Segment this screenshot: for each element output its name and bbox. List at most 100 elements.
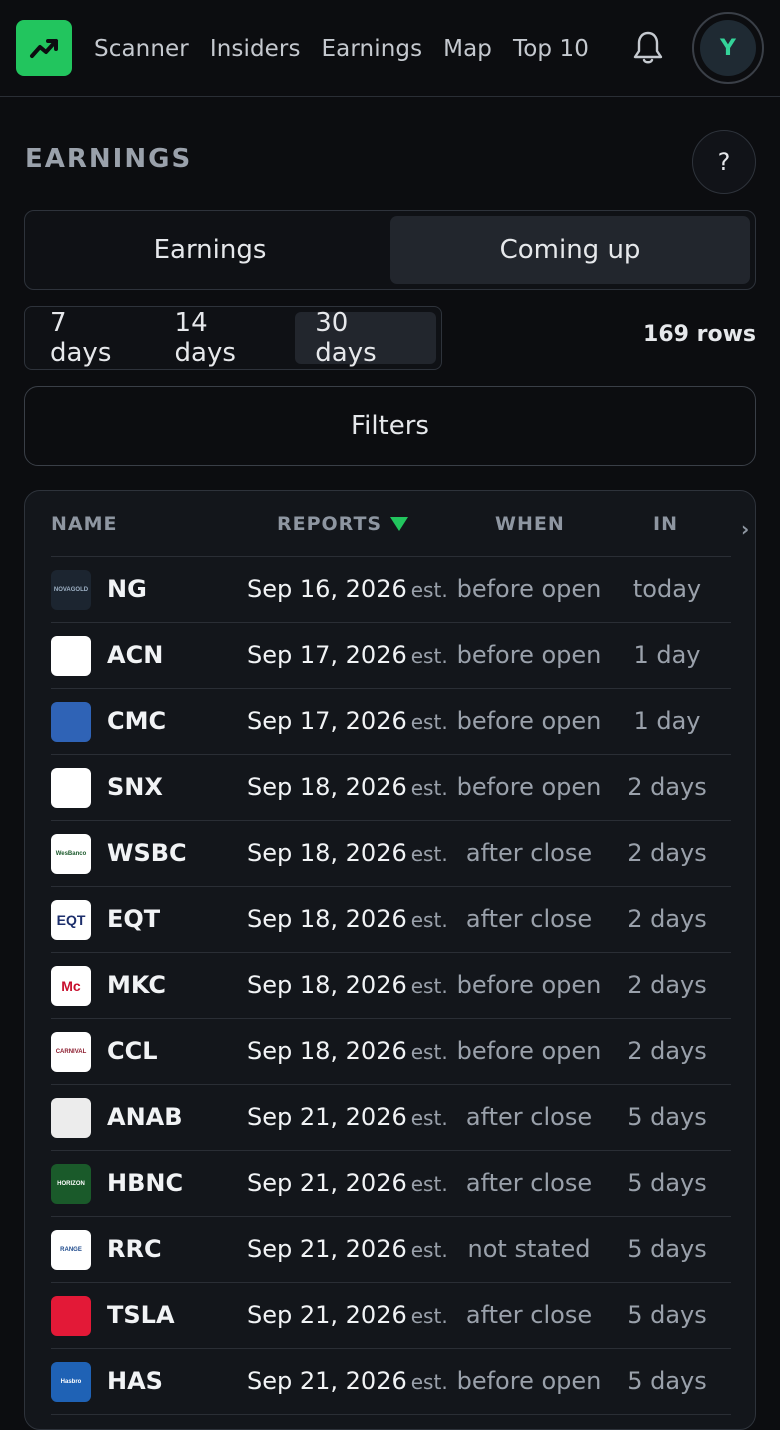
ticker-symbol: SNX (107, 773, 163, 801)
company-logo-icon (51, 1098, 91, 1138)
report-date-value: Sep 21, 2026 (247, 1169, 407, 1197)
company-logo-icon (51, 768, 91, 808)
report-date: Sep 21, 2026 est. (247, 1301, 448, 1329)
days-until: 5 days (627, 1235, 707, 1263)
report-timing: not stated (467, 1235, 591, 1263)
company-logo-icon (51, 1296, 91, 1336)
column-header-name[interactable]: NAME (51, 513, 118, 535)
report-date-value: Sep 17, 2026 (247, 707, 407, 735)
top-bar: Scanner Insiders Earnings Map Top 10 Y (0, 0, 780, 97)
user-menu-button[interactable]: Y (692, 12, 764, 84)
scroll-right-icon[interactable]: › (741, 517, 750, 541)
avatar: Y (700, 20, 756, 76)
column-header-reports[interactable]: REPORTS (277, 513, 409, 535)
report-date-value: Sep 16, 2026 (247, 575, 407, 603)
days-until: today (632, 575, 702, 603)
table-row[interactable]: Mc MKC Sep 18, 2026 est. before open 2 days (51, 953, 731, 1019)
filters-button[interactable]: Filters (24, 386, 756, 466)
notifications-button[interactable] (628, 26, 668, 70)
table-row[interactable]: RANGE RRC Sep 21, 2026 est. not stated 5 days (51, 1217, 731, 1283)
company-logo-icon: WesBanco (51, 834, 91, 874)
report-timing: after close (465, 839, 593, 867)
report-timing: after close (465, 1103, 593, 1131)
nav-map[interactable]: Map (443, 30, 492, 68)
days-until: 2 days (627, 839, 707, 867)
tab-14-days[interactable]: 14 days (155, 308, 296, 368)
help-button[interactable]: ? (692, 130, 756, 194)
main-tabs: Earnings Coming up (24, 210, 756, 290)
tab-coming-up[interactable]: Coming up (390, 216, 750, 284)
company-logo-icon (51, 702, 91, 742)
days-until: 2 days (627, 971, 707, 999)
tab-7-days[interactable]: 7 days (30, 308, 155, 368)
ticker-symbol: HBNC (107, 1169, 184, 1197)
report-timing: before open (456, 1367, 602, 1395)
ticker-symbol: CMC (107, 707, 167, 735)
tab-earnings[interactable]: Earnings (30, 216, 390, 284)
table-row[interactable]: CARNIVAL CCL Sep 18, 2026 est. before open 2 … (51, 1019, 731, 1085)
nav-earnings[interactable]: Earnings (322, 30, 423, 68)
table-row[interactable]: CMC Sep 17, 2026 est. before open 1 day (51, 689, 731, 755)
report-date-value: Sep 17, 2026 (247, 641, 407, 669)
report-date-value: Sep 21, 2026 (247, 1235, 407, 1263)
days-until: 5 days (627, 1367, 707, 1395)
days-until: 1 day (633, 707, 701, 735)
table-row[interactable]: WesBanco WSBC Sep 18, 2026 est. after close 2… (51, 821, 731, 887)
app-logo[interactable] (16, 20, 72, 76)
days-until: 2 days (627, 905, 707, 933)
row-count: 169 rows (643, 322, 756, 347)
report-date: Sep 18, 2026 est. (247, 773, 448, 801)
ticker-symbol: CCL (107, 1037, 158, 1065)
sort-descending-icon (390, 517, 409, 531)
company-logo-icon: HORIZON (51, 1164, 91, 1204)
days-until: 5 days (627, 1169, 707, 1197)
days-until: 2 days (627, 1037, 707, 1065)
report-date-value: Sep 21, 2026 (247, 1301, 407, 1329)
company-logo-icon: EQT (51, 900, 91, 940)
report-date-value: Sep 18, 2026 (247, 905, 407, 933)
report-date-value: Sep 18, 2026 (247, 839, 407, 867)
trending-up-icon (30, 39, 58, 58)
report-timing: before open (456, 971, 602, 999)
bell-icon (633, 31, 663, 64)
table-row[interactable]: SNX Sep 18, 2026 est. before open 2 days (51, 755, 731, 821)
ticker-symbol: TSLA (107, 1301, 175, 1329)
report-date-value: Sep 21, 2026 (247, 1103, 407, 1131)
page-title: EARNINGS (25, 144, 193, 174)
company-logo-icon: Hasbro (51, 1362, 91, 1402)
table-row[interactable]: NOVAGOLD NG Sep 16, 2026 est. before open tod… (51, 557, 731, 623)
table-row[interactable]: ACN Sep 17, 2026 est. before open 1 day (51, 623, 731, 689)
table-row[interactable]: ANAB Sep 21, 2026 est. after close 5 days (51, 1085, 731, 1151)
report-timing: after close (465, 905, 593, 933)
ticker-symbol: HAS (107, 1367, 163, 1395)
report-date: Sep 21, 2026 est. (247, 1169, 448, 1197)
report-date: Sep 18, 2026 est. (247, 839, 448, 867)
table-row[interactable]: Hasbro HAS Sep 21, 2026 est. before open 5 da… (51, 1349, 731, 1415)
report-timing: before open (456, 1037, 602, 1065)
ticker-symbol: ANAB (107, 1103, 183, 1131)
nav-scanner[interactable]: Scanner (94, 30, 189, 68)
ticker-symbol: RRC (107, 1235, 162, 1263)
report-timing: before open (456, 773, 602, 801)
nav-insiders[interactable]: Insiders (210, 30, 301, 68)
company-logo-icon: RANGE (51, 1230, 91, 1270)
company-logo-icon (51, 636, 91, 676)
report-date: Sep 18, 2026 est. (247, 905, 448, 933)
column-header-when[interactable]: WHEN (495, 513, 565, 535)
report-date: Sep 16, 2026 est. (247, 575, 448, 603)
company-logo-icon: CARNIVAL (51, 1032, 91, 1072)
days-until: 2 days (627, 773, 707, 801)
earnings-table: NAME REPORTS WHEN IN › NOVAGOLD NG Sep 16,… (24, 490, 756, 1430)
column-header-in[interactable]: IN (653, 513, 678, 535)
table-row[interactable]: TSLA Sep 21, 2026 est. after close 5 days (51, 1283, 731, 1349)
ticker-symbol: ACN (107, 641, 164, 669)
nav-top-10[interactable]: Top 10 (513, 30, 589, 68)
table-row[interactable]: EQT EQT Sep 18, 2026 est. after close 2 days (51, 887, 731, 953)
report-timing: after close (465, 1169, 593, 1197)
report-date: Sep 17, 2026 est. (247, 707, 448, 735)
report-timing: before open (456, 575, 602, 603)
tab-30-days[interactable]: 30 days (295, 308, 436, 368)
table-row[interactable]: HORIZON HBNC Sep 21, 2026 est. after close 5 … (51, 1151, 731, 1217)
main-nav: Scanner Insiders Earnings Map Top 10 (94, 30, 589, 68)
ticker-symbol: WSBC (107, 839, 187, 867)
